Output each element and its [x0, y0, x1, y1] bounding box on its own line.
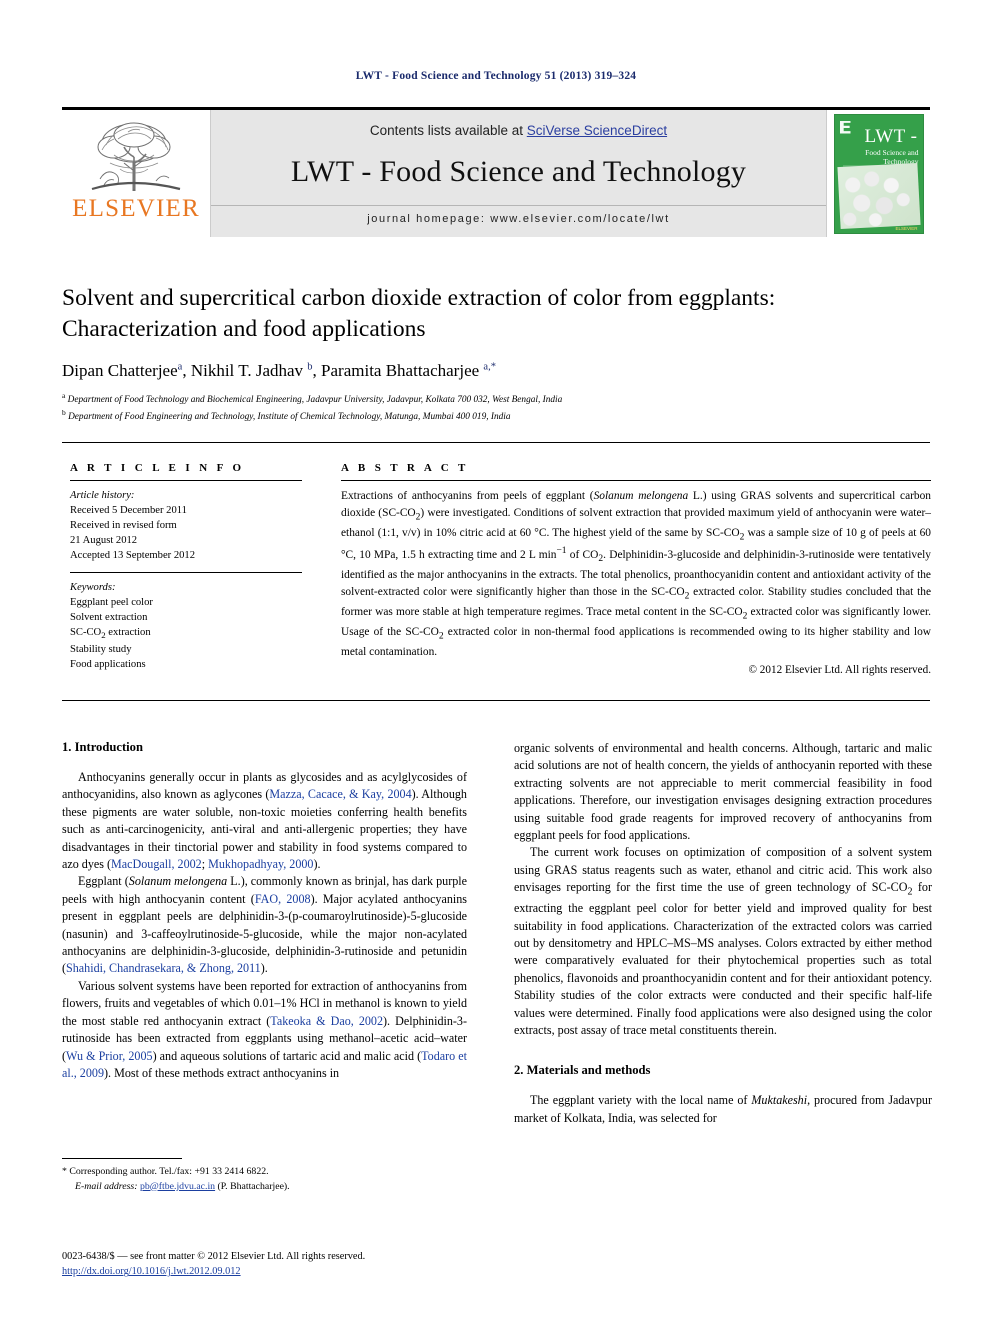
corresponding-author-note: * Corresponding author. Tel./fax: +91 33… [62, 1166, 269, 1177]
affiliation-a-text: Department of Food Technology and Bioche… [67, 395, 563, 406]
journal-homepage[interactable]: journal homepage: www.elsevier.com/locat… [211, 205, 826, 225]
contents-prefix: Contents lists available at [369, 123, 527, 138]
keyword-item: Solvent extraction [70, 612, 148, 624]
elsevier-wordmark: ELSEVIER [72, 195, 200, 222]
keywords-label: Keywords: [70, 582, 116, 594]
article-history-label: Article history: [70, 490, 135, 501]
page-footer: 0023-6438/$ — see front matter © 2012 El… [62, 1249, 562, 1280]
affiliation-a: a Department of Food Technology and Bioc… [62, 391, 563, 406]
email-note: E-mail address: pb@ftbe.jdvu.ac.in (P. B… [62, 1180, 467, 1195]
keyword-item: Eggplant peel color [70, 597, 153, 609]
sciencedirect-link[interactable]: SciVerse ScienceDirect [527, 123, 667, 138]
paragraph: The eggplant variety with the local name… [514, 1093, 932, 1125]
title-divider [62, 442, 930, 443]
elsevier-logo: ELSEVIER [62, 110, 210, 237]
elsevier-mark-icon [839, 120, 851, 134]
paragraph: organic solvents of environmental and he… [514, 741, 932, 843]
paragraph: Various solvent systems have been report… [62, 978, 467, 1080]
elsevier-tree-icon [91, 122, 181, 191]
history-item: 21 August 2012 [70, 535, 138, 547]
journal-header: ELSEVIER Contents lists available at Sci… [62, 107, 930, 240]
abstract-text: Extractions of anthocyanins from peels o… [341, 490, 931, 658]
affiliations: a Department of Food Technology and Bioc… [62, 391, 930, 424]
article-history: Article history: Received 5 December 201… [70, 488, 302, 563]
article-info-heading: A R T I C L E I N F O [70, 462, 245, 474]
article-info-block: A R T I C L E I N F O Article history: R… [70, 462, 302, 672]
affiliation-b-text: Department of Food Engineering and Techn… [68, 411, 511, 422]
body-column-right: organic solvents of environmental and he… [514, 740, 932, 1127]
journal-cover-image: LWT - Food Science and Technology ELSEVI… [833, 113, 924, 234]
section-heading-introduction: 1. Introduction [62, 740, 143, 754]
abstract-copyright: © 2012 Elsevier Ltd. All rights reserved… [748, 663, 932, 676]
title-block: Solvent and supercritical carbon dioxide… [62, 283, 930, 424]
abstract-heading: A B S T R A C T [341, 462, 469, 474]
cover-title: LWT - [864, 125, 918, 147]
abstract-rule [341, 480, 931, 481]
page-title: Solvent and supercritical carbon dioxide… [62, 285, 776, 343]
keyword-item: SC-CO2 extraction [70, 627, 151, 641]
abstract-block: A B S T R A C T Extractions of anthocyan… [341, 462, 931, 676]
email-suffix: (P. Bhattacharjee). [217, 1180, 290, 1192]
journal-header-center: Contents lists available at SciVerse Sci… [210, 110, 827, 237]
doi-link[interactable]: http://dx.doi.org/10.1016/j.lwt.2012.09.… [62, 1266, 241, 1277]
body-column-left: 1. Introduction Anthocyanins generally o… [62, 740, 467, 1082]
email-label: E-mail address: [75, 1180, 138, 1192]
footnote-block: * Corresponding author. Tel./fax: +91 33… [62, 1158, 467, 1194]
running-head: LWT - Food Science and Technology 51 (20… [355, 70, 637, 82]
keyword-item: Food applications [70, 658, 146, 670]
history-item: Received in revised form [70, 520, 177, 532]
author-list: Dipan Chatterjeea, Nikhil T. Jadhav b, P… [62, 361, 496, 381]
affiliation-b: b Department of Food Engineering and Tec… [62, 407, 511, 422]
journal-cover-thumbnail: LWT - Food Science and Technology ELSEVI… [827, 110, 930, 237]
cover-footer: ELSEVIER [895, 225, 918, 231]
paper-page: LWT - Food Science and Technology 51 (20… [0, 0, 992, 1323]
journal-title: LWT - Food Science and Technology [290, 155, 747, 188]
history-item: Received 5 December 2011 [70, 505, 187, 517]
abstract-divider [62, 700, 930, 701]
paragraph: Anthocyanins generally occur in plants a… [62, 770, 467, 872]
section-heading-materials-and-methods: 2. Materials and methods [514, 1063, 651, 1078]
article-info-rule-middle [70, 572, 302, 574]
contents-available-line: Contents lists available at SciVerse Sci… [370, 123, 667, 138]
history-item: Accepted 13 September 2012 [70, 550, 196, 562]
email-link[interactable]: pb@ftbe.jdvu.ac.in [140, 1181, 215, 1192]
issn-line: 0023-6438/$ — see front matter © 2012 El… [62, 1251, 366, 1262]
article-info-rule-top [70, 480, 302, 481]
paragraph: Eggplant (Solanum melongena L.), commonl… [62, 874, 468, 976]
paragraph: The current work focuses on optimization… [514, 845, 932, 1037]
keywords-block: Keywords: Eggplant peel color Solvent ex… [70, 580, 302, 672]
cover-photo [836, 162, 921, 229]
footnote-rule [62, 1158, 182, 1159]
keyword-item: Stability study [70, 643, 132, 655]
